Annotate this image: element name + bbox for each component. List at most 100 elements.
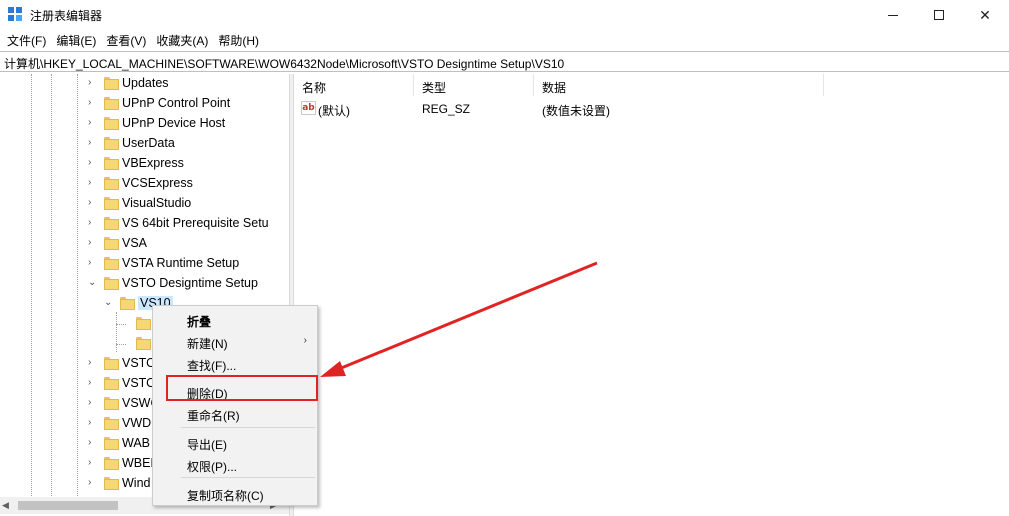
folder-icon bbox=[104, 477, 119, 490]
tree-item-label: VSTA Runtime Setup bbox=[122, 256, 240, 270]
tree-item[interactable]: › Updates bbox=[0, 74, 280, 94]
context-menu: 折叠 新建(N) › 查找(F)... 删除(D) 重命名(R) 导出(E) 权限(P)...… bbox=[152, 305, 318, 506]
expand-arrow-icon[interactable]: › bbox=[88, 458, 98, 468]
collapse-arrow-icon[interactable]: ⌄ bbox=[88, 278, 98, 288]
list-row[interactable]: ab (默认) REG_SZ (数值未设置) bbox=[294, 99, 1009, 119]
folder-icon bbox=[104, 237, 119, 250]
expand-arrow-icon[interactable]: › bbox=[88, 178, 98, 188]
tree-item-label: VWD bbox=[122, 416, 152, 430]
folder-icon bbox=[104, 157, 119, 170]
context-menu-item-label: 查找(F)... bbox=[187, 359, 237, 373]
column-header-data[interactable]: 数据 bbox=[534, 74, 824, 96]
maximize-button[interactable] bbox=[916, 0, 962, 30]
tree-item[interactable]: › VBExpress bbox=[0, 154, 280, 174]
expand-arrow-icon[interactable]: › bbox=[88, 98, 98, 108]
column-header-type[interactable]: 类型 bbox=[414, 74, 534, 96]
scrollbar-thumb[interactable] bbox=[18, 501, 118, 510]
expand-arrow-icon[interactable]: › bbox=[88, 78, 98, 88]
expand-arrow-icon[interactable]: › bbox=[88, 478, 98, 488]
menu-separator bbox=[181, 477, 315, 478]
scroll-left-arrow-icon[interactable]: ◀ bbox=[2, 500, 9, 511]
tree-item[interactable]: › VCSExpress bbox=[0, 174, 280, 194]
address-bar[interactable]: 计算机\HKEY_LOCAL_MACHINE\SOFTWARE\WOW6432N… bbox=[0, 51, 1009, 72]
folder-icon bbox=[136, 337, 151, 350]
title-bar: 注册表编辑器 ✕ bbox=[0, 0, 1009, 30]
expand-arrow-icon[interactable]: › bbox=[88, 198, 98, 208]
tree-item[interactable]: › VS 64bit Prerequisite Setu bbox=[0, 214, 280, 234]
folder-icon bbox=[104, 77, 119, 90]
submenu-arrow-icon: › bbox=[303, 335, 307, 346]
folder-icon bbox=[104, 357, 119, 370]
expand-arrow-icon[interactable]: › bbox=[88, 438, 98, 448]
menu-export[interactable]: 导出(E) bbox=[153, 432, 317, 454]
expand-arrow-icon[interactable]: › bbox=[88, 258, 98, 268]
tree-item-label: VS 64bit Prerequisite Setu bbox=[122, 216, 269, 230]
menu-edit[interactable]: 编辑(E) bbox=[51, 30, 101, 50]
expand-arrow-icon[interactable]: › bbox=[88, 398, 98, 408]
folder-icon bbox=[104, 197, 119, 210]
delete-highlight-annotation bbox=[166, 375, 318, 401]
collapse-arrow-icon[interactable]: ⌄ bbox=[104, 298, 114, 308]
folder-icon bbox=[104, 397, 119, 410]
minimize-button[interactable] bbox=[870, 0, 916, 30]
menu-copy-key-name[interactable]: 复制项名称(C) bbox=[153, 483, 317, 505]
folder-icon bbox=[136, 317, 151, 330]
context-menu-item-label: 重命名(R) bbox=[187, 409, 240, 423]
menu-new[interactable]: 新建(N) › bbox=[153, 331, 317, 353]
close-button[interactable]: ✕ bbox=[962, 0, 1008, 30]
context-menu-item-label: 复制项名称(C) bbox=[187, 489, 264, 503]
tree-item-label: VSA bbox=[122, 236, 148, 250]
values-list[interactable]: 名称 类型 数据 ab (默认) REG_SZ (数值未设置) bbox=[294, 74, 1009, 516]
tree-item-label: UPnP Device Host bbox=[122, 116, 226, 130]
tree-item-label: WAB bbox=[122, 436, 151, 450]
menu-view[interactable]: 查看(V) bbox=[101, 30, 151, 50]
menu-find[interactable]: 查找(F)... bbox=[153, 353, 317, 375]
value-data: (数值未设置) bbox=[542, 104, 610, 118]
tree-item-label: VSTO Designtime Setup bbox=[122, 276, 258, 290]
tree-item[interactable]: › VisualStudio bbox=[0, 194, 280, 214]
column-header-name[interactable]: 名称 bbox=[294, 74, 414, 96]
context-menu-item-label: 新建(N) bbox=[187, 337, 228, 351]
tree-item-label: VSTO bbox=[122, 376, 156, 390]
tree-item[interactable]: › UPnP Control Point bbox=[0, 94, 280, 114]
menu-permissions[interactable]: 权限(P)... bbox=[153, 454, 317, 476]
menu-collapse[interactable]: 折叠 bbox=[153, 309, 317, 331]
tree-item[interactable]: › VSTA Runtime Setup bbox=[0, 254, 280, 274]
expand-arrow-icon[interactable]: › bbox=[88, 118, 98, 128]
tree-item-label: VSTO bbox=[122, 356, 156, 370]
maximize-icon bbox=[934, 10, 944, 20]
tree-item[interactable]: ⌄ VSTO Designtime Setup bbox=[0, 274, 280, 294]
tree-item[interactable]: › UserData bbox=[0, 134, 280, 154]
tree-item[interactable]: › VSA bbox=[0, 234, 280, 254]
expand-arrow-icon[interactable]: › bbox=[88, 218, 98, 228]
context-menu-item-label: 折叠 bbox=[187, 315, 212, 329]
string-value-icon: ab bbox=[301, 101, 316, 115]
folder-icon bbox=[104, 137, 119, 150]
menu-bar: 文件(F) 编辑(E) 查看(V) 收藏夹(A) 帮助(H) bbox=[0, 30, 1009, 50]
tree-item[interactable]: › UPnP Device Host bbox=[0, 114, 280, 134]
tree-item-label: VBExpress bbox=[122, 156, 184, 170]
folder-icon bbox=[120, 297, 135, 310]
expand-arrow-icon[interactable]: › bbox=[88, 138, 98, 148]
context-menu-item-label: 导出(E) bbox=[187, 438, 227, 452]
folder-icon bbox=[104, 257, 119, 270]
folder-icon bbox=[104, 417, 119, 430]
menu-file[interactable]: 文件(F) bbox=[2, 30, 51, 50]
tree-item-label: UPnP Control Point bbox=[122, 96, 231, 110]
tree-item-label: UserData bbox=[122, 136, 175, 150]
menu-rename[interactable]: 重命名(R) bbox=[153, 403, 317, 425]
tree-item-label: VCSExpress bbox=[122, 176, 193, 190]
tree-item-label: VisualStudio bbox=[122, 196, 192, 210]
context-menu-item-label: 权限(P)... bbox=[187, 460, 237, 474]
menu-separator bbox=[181, 427, 315, 428]
folder-icon bbox=[104, 117, 119, 130]
expand-arrow-icon[interactable]: › bbox=[88, 418, 98, 428]
list-header: 名称 类型 数据 bbox=[294, 74, 1009, 96]
expand-arrow-icon[interactable]: › bbox=[88, 238, 98, 248]
expand-arrow-icon[interactable]: › bbox=[88, 378, 98, 388]
folder-icon bbox=[104, 457, 119, 470]
menu-help[interactable]: 帮助(H) bbox=[213, 30, 264, 50]
menu-favorites[interactable]: 收藏夹(A) bbox=[151, 30, 213, 50]
expand-arrow-icon[interactable]: › bbox=[88, 358, 98, 368]
expand-arrow-icon[interactable]: › bbox=[88, 158, 98, 168]
